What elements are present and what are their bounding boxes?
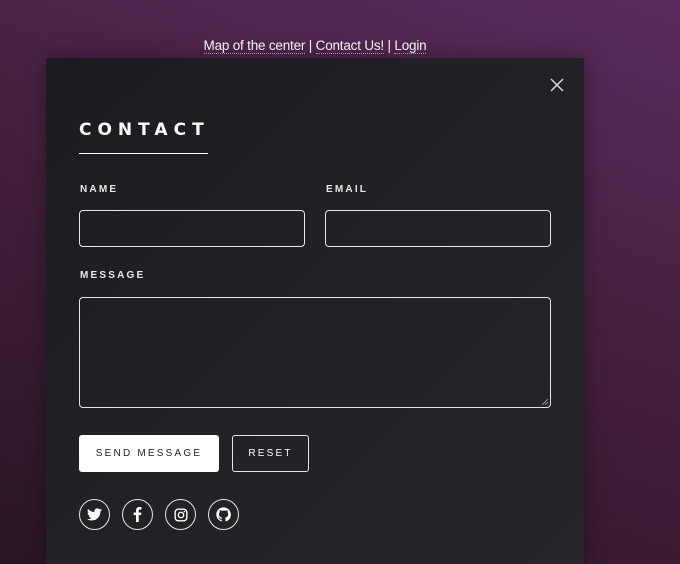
message-label: MESSAGE <box>80 270 146 281</box>
contact-title: CONTACT <box>79 120 210 140</box>
instagram-icon[interactable] <box>165 499 196 530</box>
email-label: EMAIL <box>326 184 369 195</box>
login-link[interactable]: Login <box>394 38 427 54</box>
facebook-icon[interactable] <box>122 499 153 530</box>
send-message-button[interactable]: SEND MESSAGE <box>79 435 219 472</box>
nav-separator: | <box>308 38 313 53</box>
close-icon[interactable] <box>547 75 567 95</box>
message-textarea[interactable] <box>79 297 551 408</box>
email-input[interactable] <box>325 210 551 247</box>
twitter-icon[interactable] <box>79 499 110 530</box>
nav-separator: | <box>387 38 392 53</box>
contact-panel: CONTACT NAME EMAIL MESSAGE SEND MESSAGE … <box>46 58 584 564</box>
name-label: NAME <box>80 184 119 195</box>
reset-button[interactable]: RESET <box>232 435 309 472</box>
top-navigation: Map of the center | Contact Us! | Login <box>0 38 630 54</box>
contact-us-link[interactable]: Contact Us! <box>315 38 384 54</box>
resize-handle-icon[interactable] <box>542 399 548 405</box>
github-icon[interactable] <box>208 499 239 530</box>
map-of-center-link[interactable]: Map of the center <box>203 38 305 54</box>
name-input[interactable] <box>79 210 305 247</box>
title-underline <box>79 153 208 154</box>
